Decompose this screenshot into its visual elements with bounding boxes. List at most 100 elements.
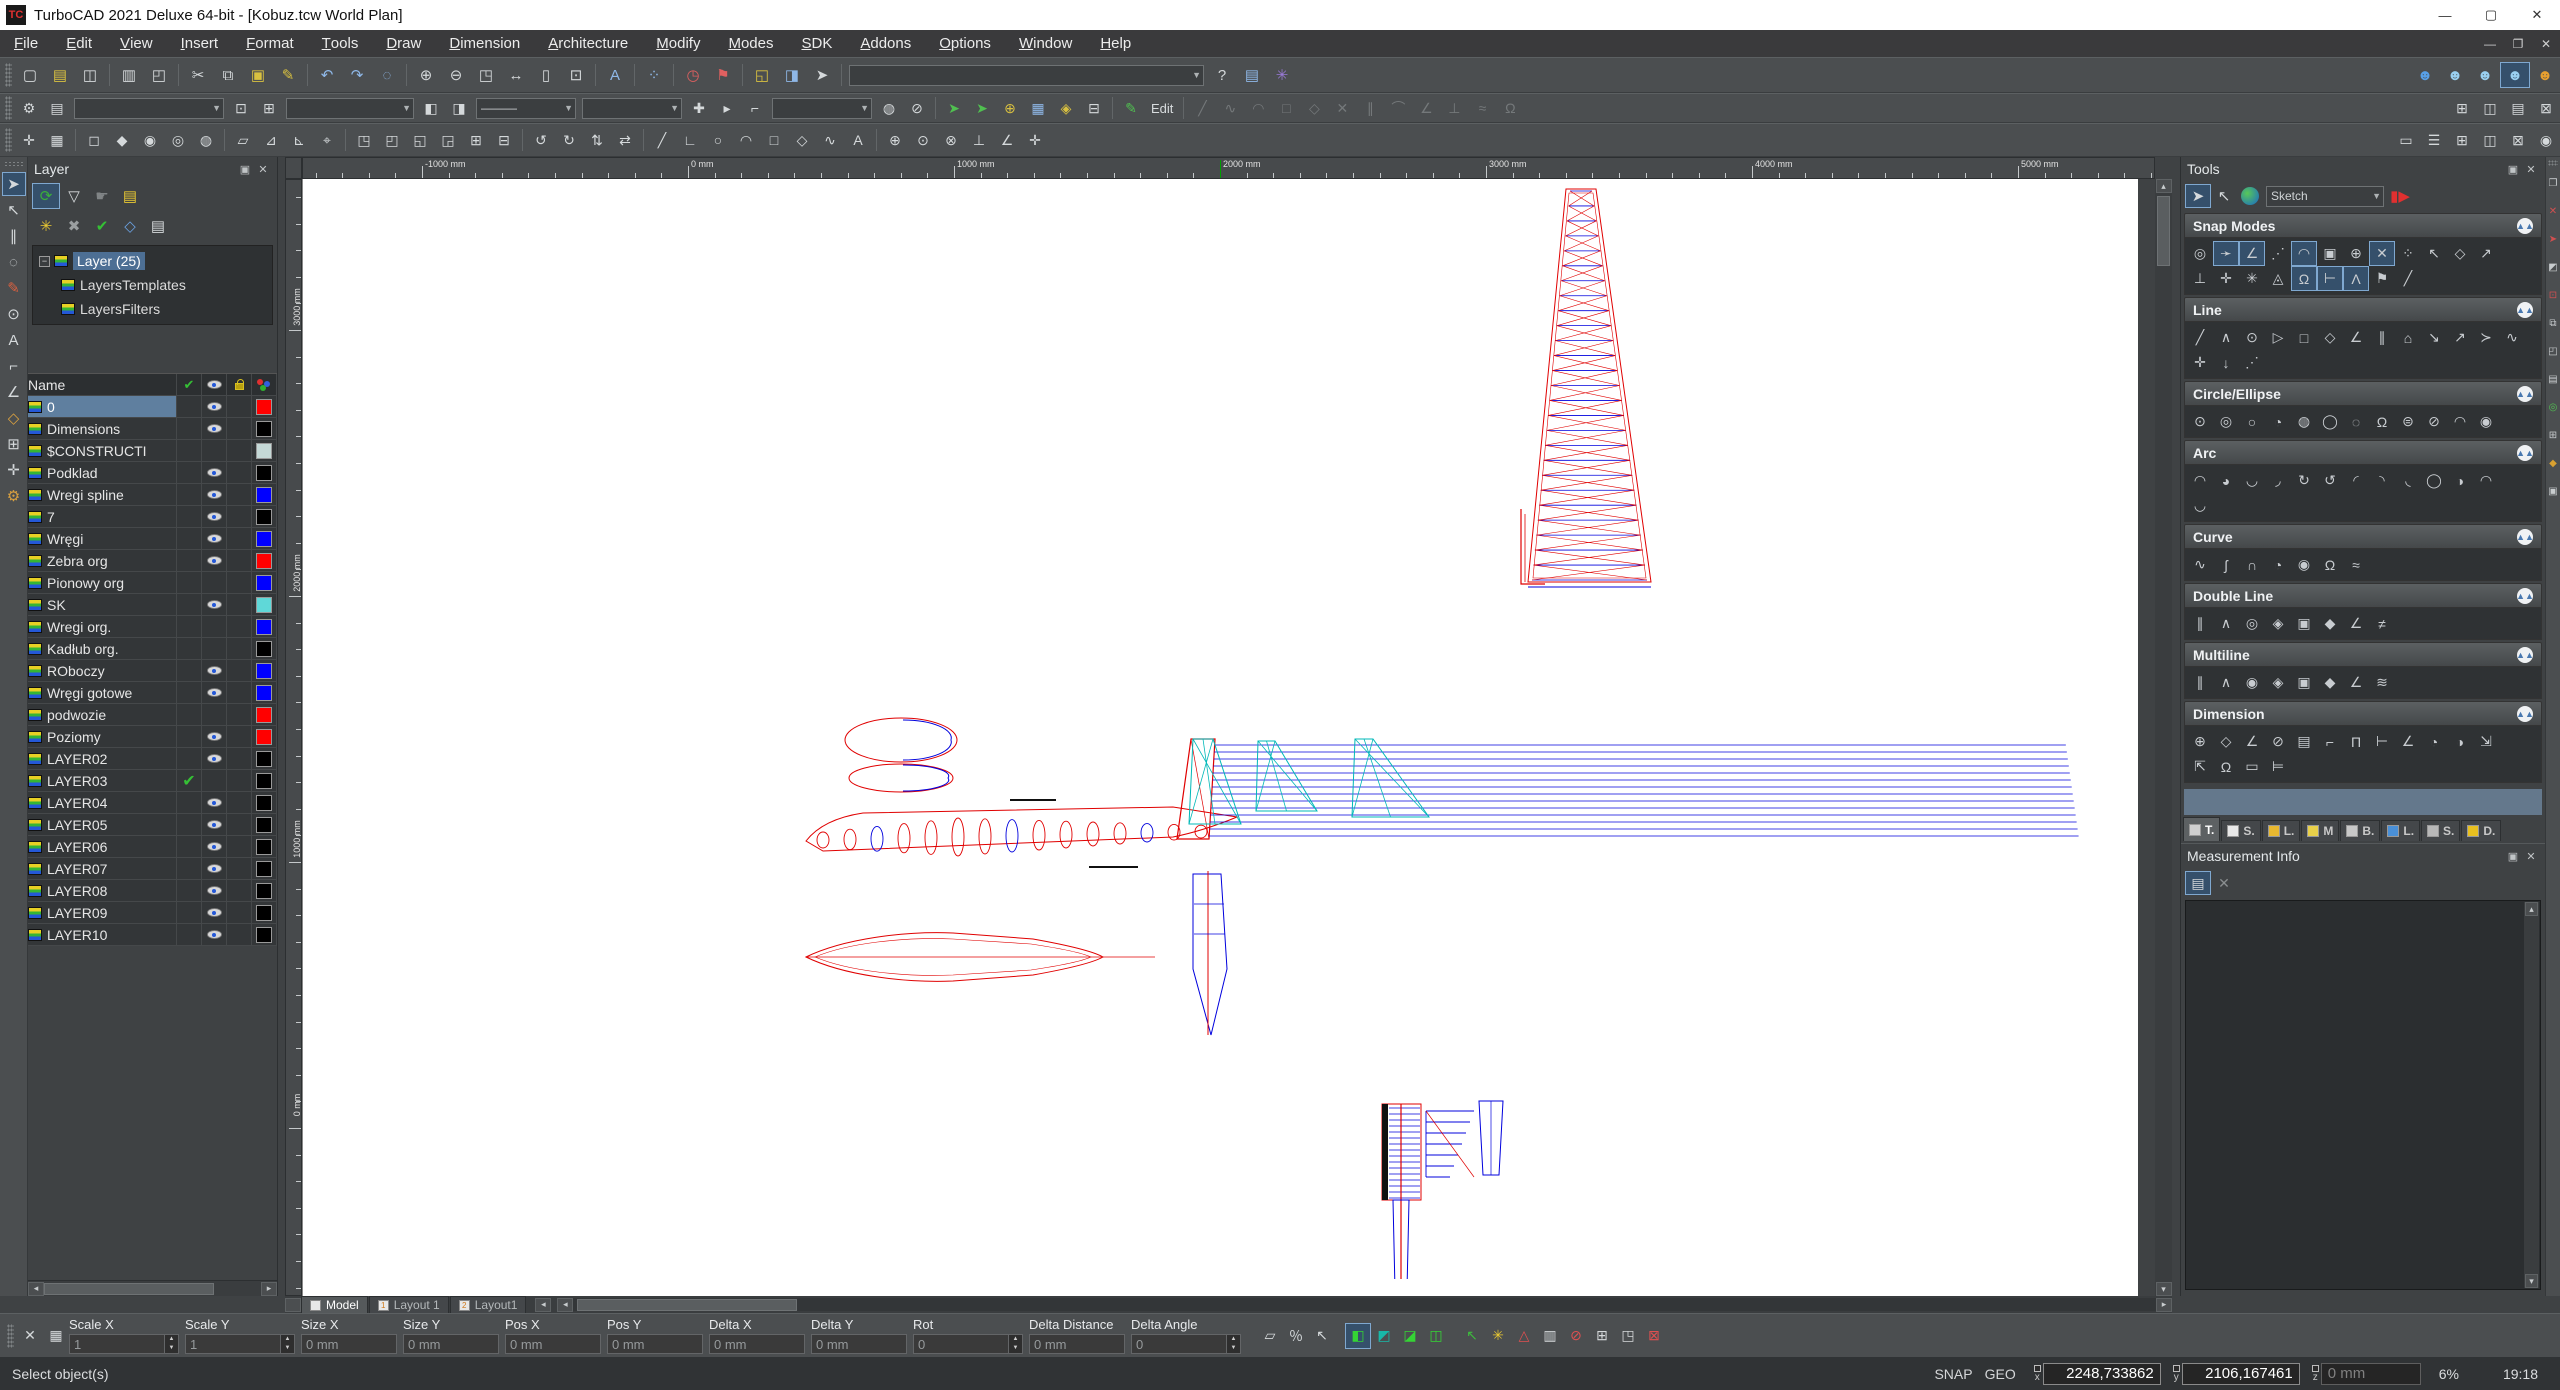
snap-center-icon[interactable]: ⊕ [881,128,909,152]
layer-row[interactable]: LAYER02 [28,748,277,770]
layer-lock-cell[interactable] [227,902,252,923]
layer-lock-cell[interactable] [227,704,252,725]
pan-v-icon[interactable]: ⇅ [583,128,611,152]
scroll-up-icon[interactable]: ▴ [2525,902,2538,916]
rs-layers-icon[interactable]: ⧉ [2546,313,2560,333]
layer-row[interactable]: Wregi spline [28,484,277,506]
node-edit-icon[interactable]: ↖ [2,198,26,222]
zoom-out-icon[interactable]: ⊖ [441,62,471,88]
tool-icon[interactable]: ✳ [2239,266,2265,291]
workplane-icon[interactable]: ▱ [229,128,257,152]
layer-lock-cell[interactable] [227,418,252,439]
collapse-chevron-icon[interactable]: ▲▲ [2516,646,2534,663]
workspace-split-icon[interactable]: ◫ [2476,96,2504,120]
lineweight-combo[interactable]: ▼ [582,97,682,119]
zoom-in-icon[interactable]: ⊕ [411,62,441,88]
tool-icon[interactable]: ↻ [2291,468,2317,493]
snap-grid-icon[interactable]: ✛ [1021,128,1049,152]
spin-up-icon[interactable]: ▲ [1227,1335,1240,1344]
layer-lock-cell[interactable] [227,572,252,593]
layer-lock-cell[interactable] [227,880,252,901]
tools-selected-bar[interactable] [2184,789,2542,815]
layer-apply-icon[interactable]: ✔ [88,213,116,239]
orbit-icon[interactable]: ↺ [527,128,555,152]
notebook-icon[interactable]: ▤ [1237,62,1267,88]
toolbar-drag-handle[interactable] [2548,160,2558,166]
layer-report-icon[interactable]: ▤ [144,213,172,239]
field-spinner[interactable]: ▲ ▼ [281,1334,295,1354]
layer-row[interactable]: LAYER03 ✔ [28,770,277,792]
collapse-chevron-icon[interactable]: ▲▲ [2516,217,2534,234]
tool-icon[interactable]: ∩ [2239,552,2265,577]
field-input[interactable]: 0 [913,1334,1009,1354]
rs-select-icon[interactable]: ▣ [2546,481,2560,501]
sketch-pen-icon[interactable]: ✎ [2,276,26,300]
mdi-minimize-button[interactable]: — [2476,37,2504,51]
field-spinner[interactable]: ▲ ▼ [165,1334,179,1354]
scroll-down-icon[interactable]: ▾ [2525,1274,2538,1288]
column-color-header[interactable] [252,374,277,395]
tab-scroll-left-icon[interactable]: ◂ [535,1297,552,1312]
tool-icon[interactable]: Ω [2369,409,2395,434]
layer-lock-cell[interactable] [227,528,252,549]
grid-toggle-icon[interactable]: ▦ [43,128,71,152]
rs-box-icon[interactable]: ⊡ [2546,285,2560,305]
tool-icon[interactable]: ∠ [2395,729,2421,754]
layer-set-icon[interactable]: ◨ [445,96,473,120]
tool-icon[interactable]: ◎ [2239,611,2265,636]
tool-icon[interactable]: Λ [2343,266,2369,291]
layer-visibility-cell[interactable] [202,572,227,593]
layer-lock-cell[interactable] [227,594,252,615]
layer-color-cell[interactable] [252,924,277,945]
menu-modes[interactable]: Modes [714,30,787,57]
layer-color-cell[interactable] [252,616,277,637]
ghost-perp-icon[interactable]: ⊥ [1440,96,1468,120]
style-set-combo[interactable]: Sketch ▼ [2266,185,2384,207]
tool-icon[interactable]: ◔ [2265,552,2291,577]
layer-tree-item[interactable]: − Layer (25) [35,249,270,273]
rs-stack-icon[interactable]: ▤ [2546,369,2560,389]
print-preview-icon[interactable]: ◰ [144,62,174,88]
layer-check-cell[interactable]: ✔ [177,770,202,791]
layer-color-cell[interactable] [252,704,277,725]
snap-perp-icon[interactable]: ⊥ [965,128,993,152]
section-header[interactable]: Dimension ▲▲ [2184,701,2542,726]
polygon-draw-icon[interactable]: ◇ [2,406,26,430]
layer-lock-cell[interactable] [227,638,252,659]
coord-icon[interactable]: ✛ [15,128,43,152]
layer-color-cell[interactable] [252,748,277,769]
mi-clear-icon[interactable]: ✕ [2211,871,2237,895]
layer-row[interactable]: Wregi org. [28,616,277,638]
detach-icon[interactable]: ⊟ [1080,96,1108,120]
layer-check-cell[interactable] [177,638,202,659]
layer-color-cell[interactable] [252,418,277,439]
tool-icon[interactable]: ⊘ [2265,729,2291,754]
point-grid-icon[interactable]: ⁘ [639,62,669,88]
menu-file[interactable]: File [0,30,52,57]
field-input[interactable]: 1 [185,1334,281,1354]
grid-state-icon[interactable]: ⊞ [1589,1323,1615,1349]
palette-icon[interactable]: ✳ [1267,62,1297,88]
layer-check-cell[interactable] [177,594,202,615]
layer-visibility-cell[interactable] [202,396,227,417]
section-header[interactable]: Line ▲▲ [2184,297,2542,322]
text-draw-icon[interactable]: A [2,328,26,352]
section-header[interactable]: Arc ▲▲ [2184,440,2542,465]
fill-mode3-icon[interactable]: ◪ [1397,1323,1423,1349]
menu-tools[interactable]: Tools [308,30,373,57]
layer-check-cell[interactable] [177,836,202,857]
tool-icon[interactable]: ▷ [2265,325,2291,350]
hscroll-track[interactable] [573,1298,2156,1311]
wireframe-icon[interactable]: ◻ [80,128,108,152]
tool-icon[interactable]: ◠ [2291,241,2317,266]
layer-check-cell[interactable] [177,704,202,725]
tool-icon[interactable]: ◠ [2473,468,2499,493]
tool-icon[interactable]: □ [2291,325,2317,350]
pan-h-icon[interactable]: ⇄ [611,128,639,152]
toolbar-drag-handle[interactable] [7,1323,14,1348]
layer-lock-cell[interactable] [227,506,252,527]
palette-tab-5[interactable]: L. [2381,820,2421,841]
angle-set-icon[interactable]: ⊾ [285,128,313,152]
tool-icon[interactable]: ◡ [2239,468,2265,493]
layer-visibility-cell[interactable] [202,814,227,835]
